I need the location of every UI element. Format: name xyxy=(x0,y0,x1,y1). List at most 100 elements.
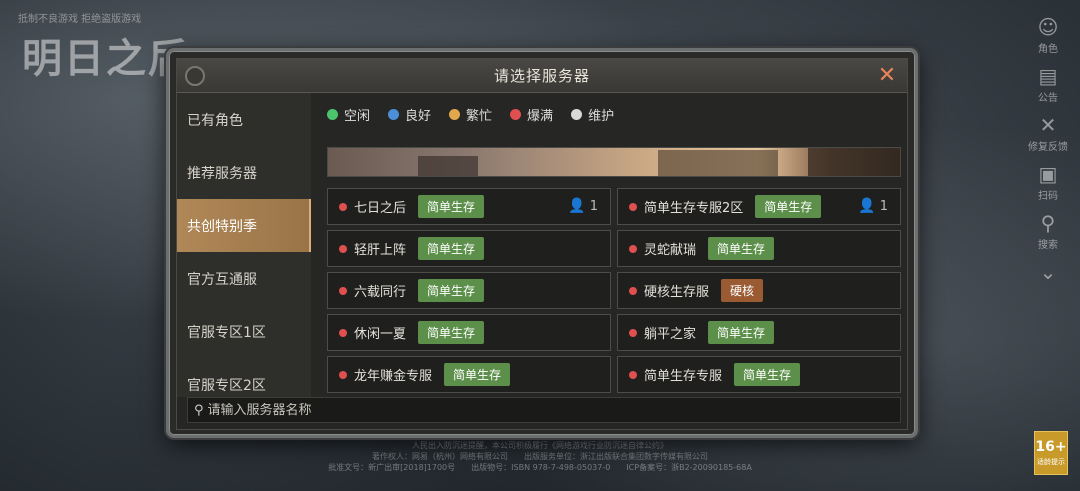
server-mode-tag: 简单生存 xyxy=(418,195,485,218)
status-dot-icon xyxy=(571,109,583,120)
rail-item[interactable]: ⚲ 搜索 xyxy=(1038,212,1058,251)
server-card[interactable]: 龙年赚金专服 简单生存 xyxy=(327,356,611,393)
status-dot-icon xyxy=(449,109,461,120)
person-icon: 👤 xyxy=(568,198,586,214)
server-card[interactable]: 硬核生存服 硬核 xyxy=(617,272,901,309)
server-card[interactable]: 灵蛇献瑞 简单生存 xyxy=(617,230,901,267)
search-bar: ⚲ xyxy=(187,397,901,423)
rail-item[interactable]: ⌄ xyxy=(1040,261,1057,283)
rail-item-label: 修复反馈 xyxy=(1028,142,1068,153)
server-status-icon xyxy=(629,244,637,253)
sidebar-item-recommended[interactable]: 推荐服务器 xyxy=(177,146,311,199)
search-input[interactable] xyxy=(207,402,900,418)
footer-line: 批准文号：新广出审[2018]1700号 出版物号：ISBN 978-7-498… xyxy=(328,463,752,472)
character-count-value: 1 xyxy=(589,198,598,214)
status-dot-icon xyxy=(327,109,338,120)
rail-item[interactable]: ☺ 角色 xyxy=(1038,16,1059,55)
rail-item[interactable]: ✕ 修复反馈 xyxy=(1028,114,1068,153)
server-card[interactable]: 休闲一夏 简单生存 xyxy=(327,314,611,351)
server-mode-tag: 简单生存 xyxy=(708,237,775,260)
user-icon: ☺ xyxy=(1037,15,1059,39)
sidebar-item-label: 官方互通服 xyxy=(187,271,257,288)
sidebar-item-label: 共创特别季 xyxy=(187,218,257,235)
server-mode-tag: 简单生存 xyxy=(418,321,485,344)
rail-item-label: 公告 xyxy=(1038,93,1058,104)
server-name: 七日之后 xyxy=(354,201,407,216)
dialog-header: 请选择服务器 ✕ xyxy=(177,59,907,93)
legend-label: 爆满 xyxy=(527,109,554,124)
server-status-icon xyxy=(629,370,637,379)
sidebar-item-label: 已有角色 xyxy=(187,112,243,129)
game-logo: 明日之后 xyxy=(22,35,190,82)
server-status-icon xyxy=(339,286,347,295)
server-list: 七日之后 简单生存 👤 1 简单生存专服2区 简单生存 👤 1 轻肝上阵 简单生存 灵蛇献瑞 简单生存… xyxy=(327,188,901,393)
server-name: 简单生存专服2区 xyxy=(644,201,744,216)
legend-item: 爆满 xyxy=(510,105,553,124)
sidebar-item-official-interop[interactable]: 官方互通服 xyxy=(177,252,311,305)
sidebar-item-co-creation-season[interactable]: 共创特别季 xyxy=(177,199,311,252)
server-status-icon xyxy=(629,328,637,337)
season-banner[interactable] xyxy=(327,147,901,177)
status-dot-icon xyxy=(388,109,400,120)
ornament-icon xyxy=(185,66,205,86)
right-rail: ☺ 角色 ▤ 公告 ✕ 修复反馈 ▣ 扫码 ⚲ 搜索 ⌄ xyxy=(1028,16,1068,283)
server-status-icon xyxy=(339,328,347,337)
server-status-icon xyxy=(339,244,347,253)
server-name: 灵蛇献瑞 xyxy=(644,243,697,258)
legend-label: 维护 xyxy=(588,109,615,124)
wrench-icon: ✕ xyxy=(1039,113,1057,137)
server-mode-tag: 简单生存 xyxy=(418,279,485,302)
footer-line: 著作权人：网易（杭州）网络有限公司 出版服务单位：浙江出版联合集团数字传媒有限公… xyxy=(372,452,708,461)
search-icon: ⚲ xyxy=(1040,211,1056,235)
server-select-dialog: 请选择服务器 ✕ 已有角色 推荐服务器 共创特别季 官方互通服 官服专区1区 官… xyxy=(176,58,908,430)
footer-legal: 人民出入防沉迷提醒，本公司积极履行《网络游戏行业防沉迷自律公约》 著作权人：网易… xyxy=(0,440,1080,473)
qrcode-icon: ▣ xyxy=(1038,162,1058,186)
rail-item[interactable]: ▣ 扫码 xyxy=(1038,163,1058,202)
close-button[interactable]: ✕ xyxy=(875,64,899,88)
server-name: 简单生存专服 xyxy=(644,369,723,384)
chevron-down-icon: ⌄ xyxy=(1039,260,1057,284)
rail-item-label: 搜索 xyxy=(1038,240,1058,251)
server-name: 龙年赚金专服 xyxy=(354,369,433,384)
server-status-icon xyxy=(339,202,347,211)
character-count: 👤 1 xyxy=(858,198,888,214)
server-card[interactable]: 简单生存专服 简单生存 xyxy=(617,356,901,393)
banner-artwork xyxy=(808,148,900,176)
server-name: 硬核生存服 xyxy=(644,285,710,300)
banner-artwork xyxy=(658,150,778,176)
rail-item[interactable]: ▤ 公告 xyxy=(1038,65,1058,104)
rail-item-label: 扫码 xyxy=(1038,191,1058,202)
person-icon: 👤 xyxy=(858,198,876,214)
dialog-title: 请选择服务器 xyxy=(493,67,590,85)
status-legend: 空闲 良好 繁忙 爆满 维护 xyxy=(327,105,614,124)
server-name: 休闲一夏 xyxy=(354,327,407,342)
legend-item: 维护 xyxy=(571,105,614,124)
sidebar-item-official-zone-1[interactable]: 官服专区1区 xyxy=(177,305,311,358)
server-status-icon xyxy=(629,202,637,211)
server-name: 轻肝上阵 xyxy=(354,243,407,258)
server-mode-tag: 简单生存 xyxy=(444,363,511,386)
server-mode-tag: 硬核 xyxy=(721,279,764,302)
server-mode-tag: 简单生存 xyxy=(755,195,822,218)
server-status-icon xyxy=(339,370,347,379)
server-card[interactable]: 七日之后 简单生存 👤 1 xyxy=(327,188,611,225)
sidebar-item-existing-roles[interactable]: 已有角色 xyxy=(177,93,311,146)
top-notice: 抵制不良游戏 拒绝盗版游戏 xyxy=(18,14,142,25)
legend-label: 繁忙 xyxy=(466,109,493,124)
legend-item: 空闲 xyxy=(327,105,370,124)
server-card[interactable]: 躺平之家 简单生存 xyxy=(617,314,901,351)
server-category-sidebar: 已有角色 推荐服务器 共创特别季 官方互通服 官服专区1区 官服专区2区 xyxy=(177,93,311,397)
character-count: 👤 1 xyxy=(568,198,598,214)
sidebar-item-label: 官服专区1区 xyxy=(187,324,266,341)
server-name: 六载同行 xyxy=(354,285,407,300)
legend-label: 空闲 xyxy=(344,109,371,124)
server-card[interactable]: 简单生存专服2区 简单生存 👤 1 xyxy=(617,188,901,225)
server-name: 躺平之家 xyxy=(644,327,697,342)
server-mode-tag: 简单生存 xyxy=(418,237,485,260)
search-icon: ⚲ xyxy=(194,402,204,418)
server-mode-tag: 简单生存 xyxy=(734,363,801,386)
character-count-value: 1 xyxy=(879,198,888,214)
server-card[interactable]: 轻肝上阵 简单生存 xyxy=(327,230,611,267)
server-card[interactable]: 六载同行 简单生存 xyxy=(327,272,611,309)
legend-item: 良好 xyxy=(388,105,431,124)
